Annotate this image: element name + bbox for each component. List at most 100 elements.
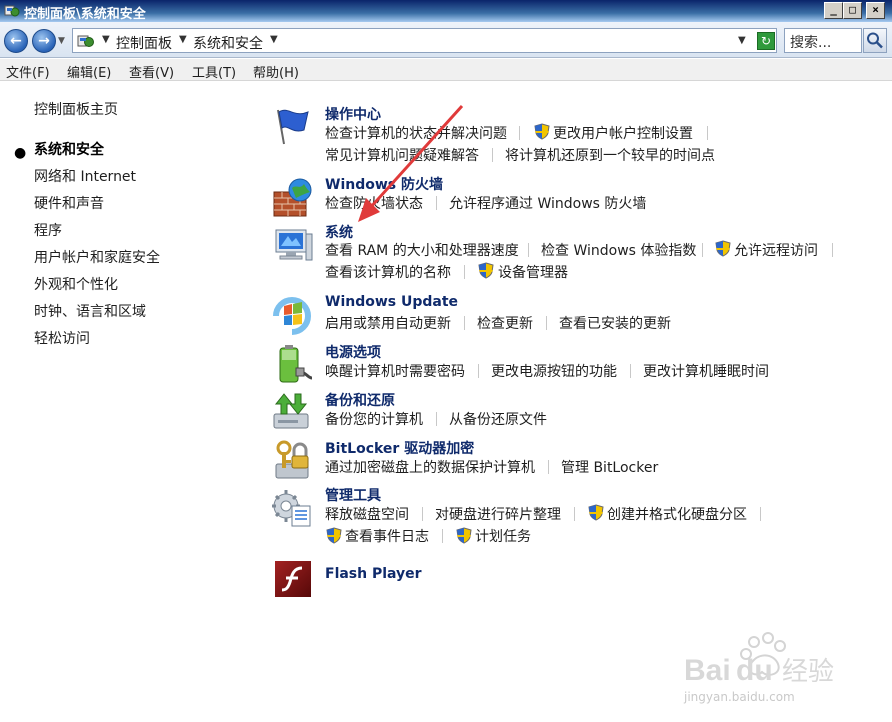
- red-arrow-annotation: [358, 104, 464, 222]
- category-bitlocker[interactable]: BitLocker 驱动器加密: [325, 438, 474, 458]
- separator: [442, 529, 443, 543]
- separator: [548, 460, 549, 474]
- category-power-options[interactable]: 电源选项: [325, 342, 381, 362]
- separator: [464, 316, 465, 330]
- menu-tools[interactable]: 工具(T): [192, 62, 236, 81]
- uac-shield-icon: [456, 527, 472, 544]
- svg-text:du: du: [736, 654, 773, 687]
- sidebar-item-system-security[interactable]: 系统和安全: [34, 139, 104, 159]
- recent-pages-dropdown-icon[interactable]: ▼: [58, 36, 65, 46]
- current-item-bullet: ●: [14, 145, 27, 161]
- link-disk-cleanup[interactable]: 释放磁盘空间: [325, 504, 409, 524]
- address-bar[interactable]: ▼ 控制面板 ▼ 系统和安全 ▼ ▼ ↻: [72, 28, 777, 53]
- admin-tools-icon: [272, 490, 311, 527]
- address-toolbar: ← → ▼ ▼ 控制面板 ▼ 系统和安全 ▼ ▼ ↻ 搜索...: [0, 22, 892, 58]
- watermark-url: jingyan.baidu.com: [684, 690, 795, 704]
- link-windows-experience-index[interactable]: 检查 Windows 体验指数: [541, 240, 696, 260]
- link-power-button[interactable]: 更改电源按钮的功能: [491, 361, 617, 381]
- breadcrumb-system-security[interactable]: 系统和安全: [193, 33, 263, 53]
- breadcrumb-chevron-icon[interactable]: ▼: [179, 34, 187, 45]
- category-admin-tools[interactable]: 管理工具: [325, 485, 381, 505]
- control-panel-icon: [77, 35, 94, 47]
- minimize-button[interactable]: _: [824, 2, 843, 19]
- separator: [832, 243, 833, 257]
- separator: [478, 364, 479, 378]
- separator: [464, 265, 465, 279]
- separator: [422, 507, 423, 521]
- link-allow-remote[interactable]: 允许远程访问: [734, 240, 818, 260]
- link-allow-program[interactable]: 允许程序通过 Windows 防火墙: [449, 193, 646, 213]
- back-button[interactable]: ←: [4, 29, 28, 53]
- uac-shield-icon: [715, 240, 731, 257]
- category-windows-update[interactable]: Windows Update: [325, 294, 458, 310]
- menu-file[interactable]: 文件(F): [6, 62, 50, 81]
- control-panel-icon: [4, 5, 20, 17]
- link-auto-update[interactable]: 启用或禁用自动更新: [325, 313, 451, 333]
- search-input[interactable]: 搜索...: [784, 28, 862, 53]
- link-installed-updates[interactable]: 查看已安装的更新: [559, 313, 671, 333]
- separator: [436, 412, 437, 426]
- uac-shield-icon: [326, 527, 342, 544]
- menu-edit[interactable]: 编辑(E): [67, 62, 111, 81]
- search-icon: [867, 32, 883, 49]
- separator: [702, 243, 703, 257]
- separator: [528, 243, 529, 257]
- svg-text:Bai: Bai: [684, 654, 731, 687]
- link-event-log[interactable]: 查看事件日志: [345, 526, 429, 546]
- sidebar-item-ease-of-access[interactable]: 轻松访问: [34, 328, 90, 348]
- system-computer-icon: [275, 229, 313, 261]
- sidebar-item-clock-language[interactable]: 时钟、语言和区域: [34, 301, 146, 321]
- firewall-icon: [273, 178, 312, 217]
- flash-player-icon: [275, 561, 311, 597]
- separator: [519, 126, 520, 140]
- menu-view[interactable]: 查看(V): [129, 62, 174, 81]
- separator: [492, 148, 493, 162]
- sidebar-item-appearance[interactable]: 外观和个性化: [34, 274, 118, 294]
- link-restore[interactable]: 将计算机还原到一个较早的时间点: [505, 145, 715, 165]
- link-create-partition[interactable]: 创建并格式化硬盘分区: [607, 504, 747, 524]
- separator: [546, 316, 547, 330]
- link-manage-bitlocker[interactable]: 管理 BitLocker: [561, 457, 658, 477]
- link-encrypt-disk[interactable]: 通过加密磁盘上的数据保护计算机: [325, 457, 535, 477]
- link-device-manager[interactable]: 设备管理器: [498, 262, 568, 282]
- separator: [707, 126, 708, 140]
- control-panel-home-link[interactable]: 控制面板主页: [34, 99, 118, 119]
- link-sleep-time[interactable]: 更改计算机睡眠时间: [643, 361, 769, 381]
- link-defragment[interactable]: 对硬盘进行碎片整理: [435, 504, 561, 524]
- breadcrumb-control-panel[interactable]: 控制面板: [116, 33, 172, 53]
- sidebar-item-network[interactable]: 网络和 Internet: [34, 166, 136, 186]
- windows-update-icon: [273, 297, 311, 335]
- separator: [760, 507, 761, 521]
- sidebar-item-programs[interactable]: 程序: [34, 220, 62, 240]
- maximize-button[interactable]: □: [843, 2, 862, 19]
- category-backup-restore[interactable]: 备份和还原: [325, 390, 395, 410]
- breadcrumb-chevron-icon[interactable]: ▼: [102, 34, 110, 45]
- sidebar-item-user-accounts[interactable]: 用户帐户和家庭安全: [34, 247, 160, 267]
- refresh-icon[interactable]: ↻: [757, 32, 775, 50]
- link-backup-computer[interactable]: 备份您的计算机: [325, 409, 423, 429]
- bitlocker-icon: [275, 440, 309, 479]
- separator: [630, 364, 631, 378]
- backup-restore-icon: [273, 393, 309, 429]
- link-scheduled-tasks[interactable]: 计划任务: [475, 526, 531, 546]
- title-bar: 控制面板\系统和安全 _ □ ×: [0, 0, 892, 22]
- link-restore-files[interactable]: 从备份还原文件: [449, 409, 547, 429]
- search-button[interactable]: [863, 28, 887, 53]
- link-computer-name[interactable]: 查看该计算机的名称: [325, 262, 451, 282]
- close-button[interactable]: ×: [866, 2, 885, 19]
- uac-shield-icon: [534, 123, 550, 140]
- power-options-battery-icon: [279, 345, 313, 383]
- breadcrumb-chevron-icon[interactable]: ▼: [270, 34, 278, 45]
- menu-help[interactable]: 帮助(H): [253, 62, 299, 81]
- uac-shield-icon: [588, 504, 604, 521]
- category-flash-player[interactable]: Flash Player: [325, 566, 422, 582]
- forward-button[interactable]: →: [32, 29, 56, 53]
- sidebar-item-hardware-sound[interactable]: 硬件和声音: [34, 193, 104, 213]
- link-password-on-wake[interactable]: 唤醒计算机时需要密码: [325, 361, 465, 381]
- svg-text:经验: 经验: [782, 657, 834, 687]
- link-check-updates[interactable]: 检查更新: [477, 313, 533, 333]
- link-view-ram[interactable]: 查看 RAM 的大小和处理器速度: [325, 240, 519, 260]
- address-dropdown-icon[interactable]: ▼: [738, 35, 746, 46]
- menu-bar: 文件(F) 编辑(E) 查看(V) 工具(T) 帮助(H): [0, 59, 892, 81]
- link-change-uac[interactable]: 更改用户帐户控制设置: [553, 123, 693, 143]
